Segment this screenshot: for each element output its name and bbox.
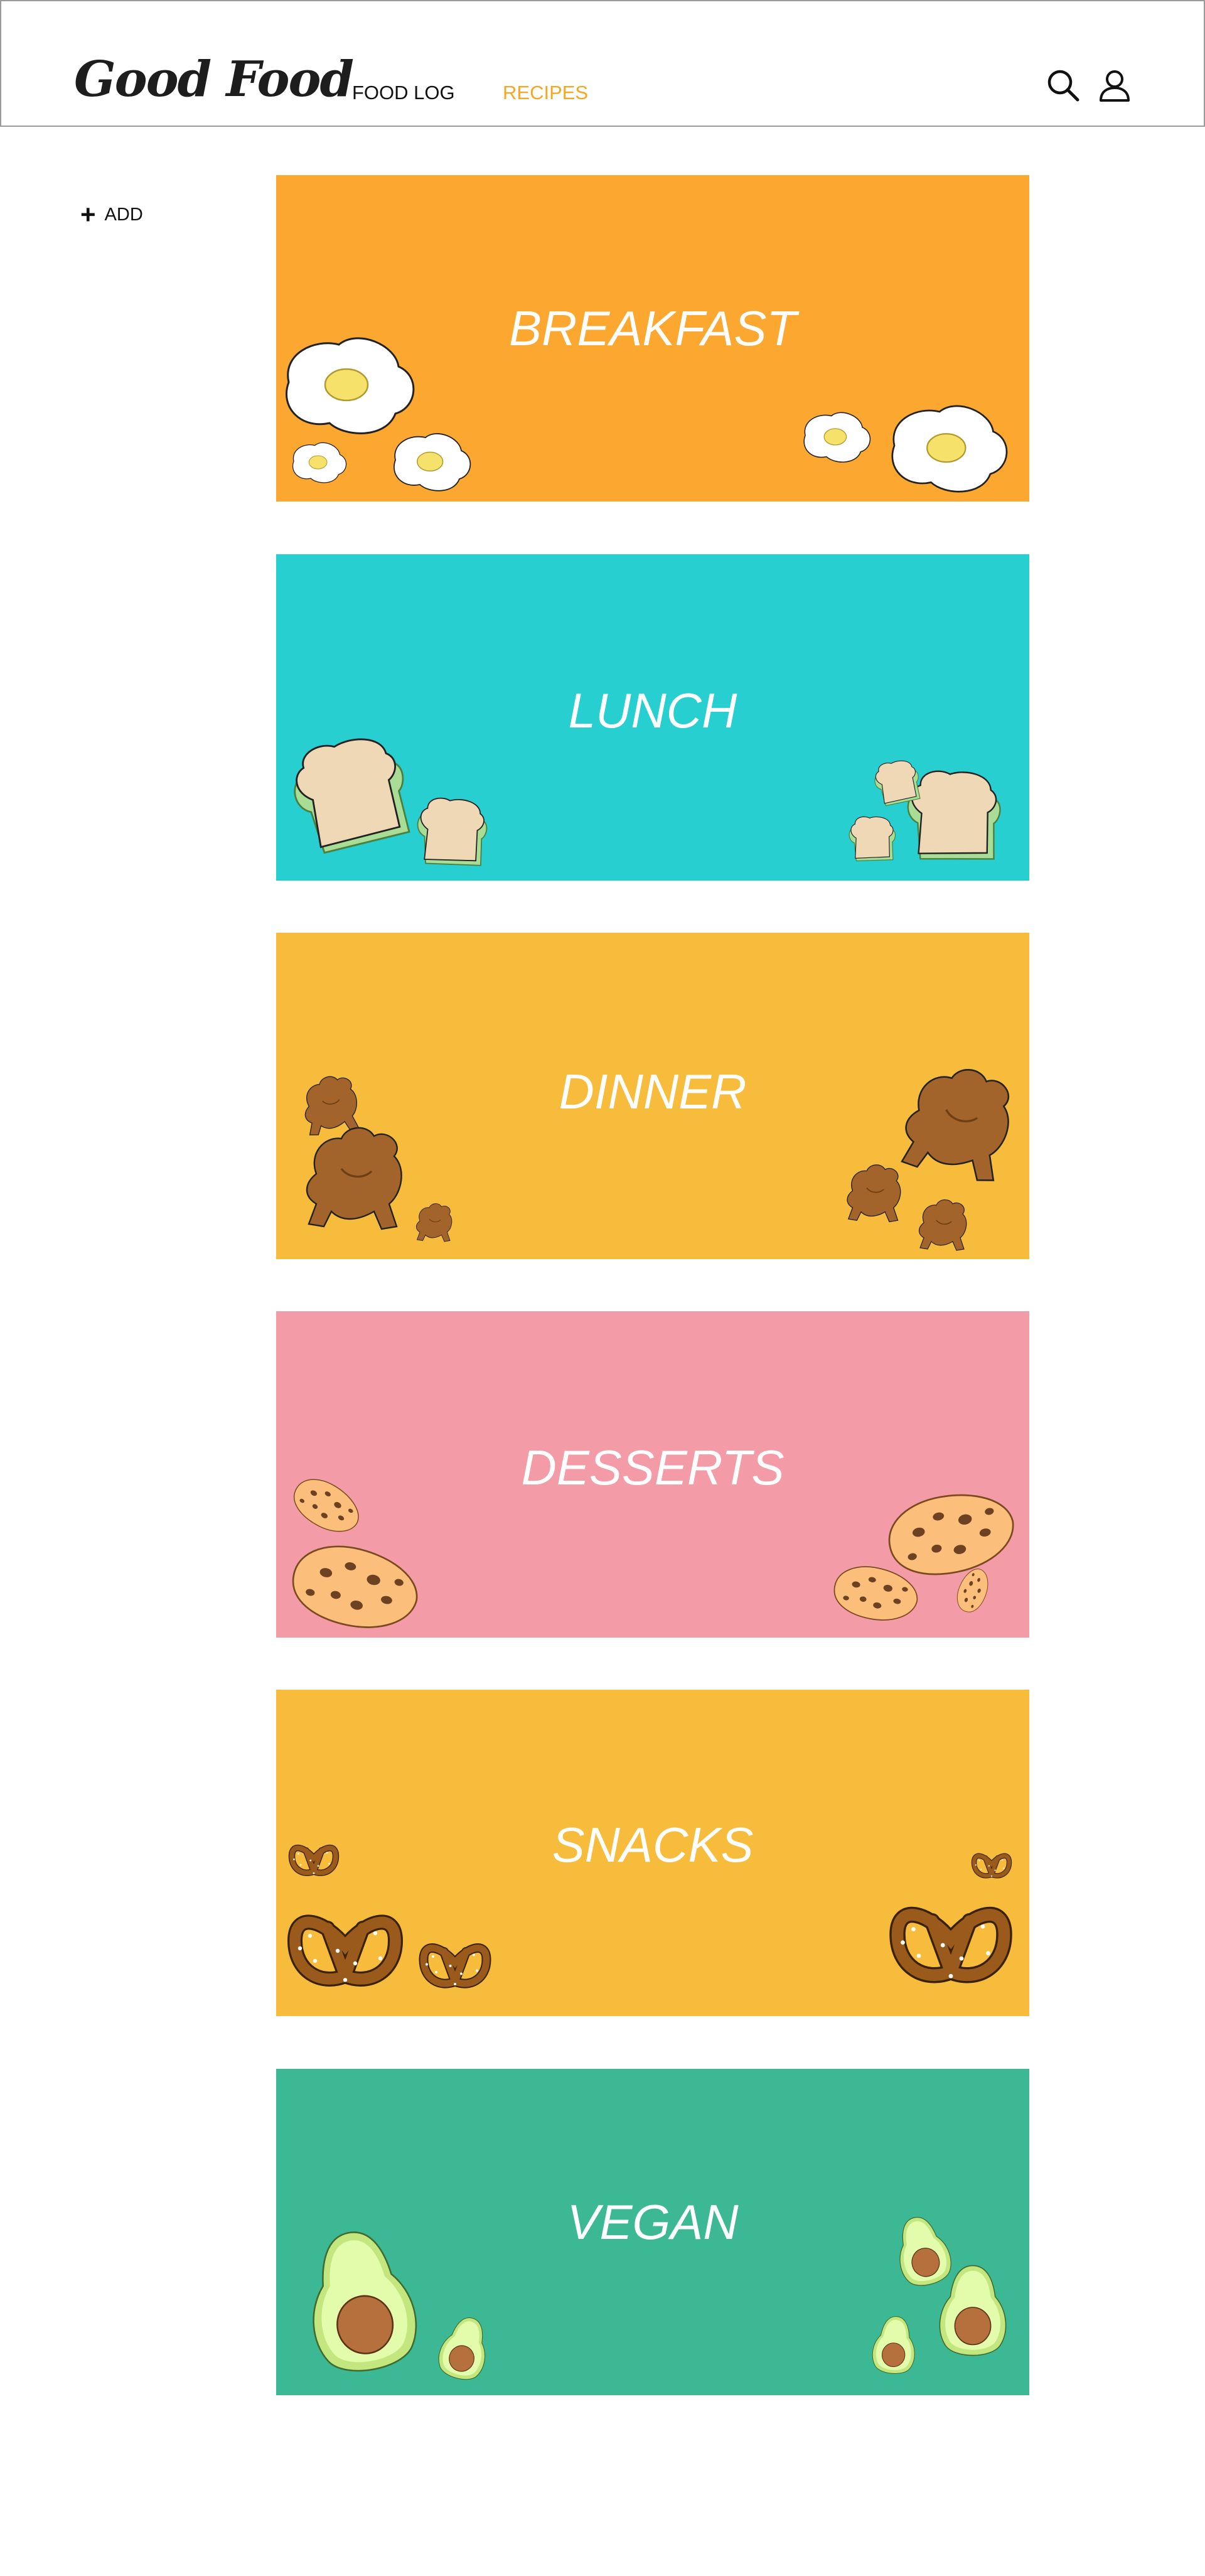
cookie-icon xyxy=(881,1482,1022,1586)
cookie-icon xyxy=(830,1560,923,1627)
category-card-breakfast[interactable]: BREAKFAST xyxy=(276,175,1029,502)
pretzel-icon xyxy=(424,1948,486,1985)
category-card-snacks[interactable]: SNACKS xyxy=(276,1690,1029,2016)
fried-egg-icon xyxy=(891,405,1008,493)
plus-icon: + xyxy=(80,200,96,229)
category-title: SNACKS xyxy=(552,1817,754,1872)
top-header: Good Food FOOD LOG RECIPES xyxy=(0,0,1205,127)
roast-chicken-icon xyxy=(415,1203,453,1242)
avocado-icon xyxy=(870,2314,918,2376)
add-button[interactable]: + ADD xyxy=(80,200,143,229)
nav-food-log[interactable]: FOOD LOG xyxy=(352,83,455,102)
sandwich-icon xyxy=(289,734,412,856)
category-card-vegan[interactable]: VEGAN xyxy=(276,2069,1029,2395)
brand-logo[interactable]: Good Food xyxy=(74,55,354,104)
user-icon[interactable] xyxy=(1097,68,1132,103)
roast-chicken-icon xyxy=(847,1164,901,1223)
roast-chicken-icon xyxy=(306,1127,403,1230)
cookie-icon xyxy=(285,1536,426,1638)
avocado-icon xyxy=(297,2223,424,2380)
category-title: VEGAN xyxy=(567,2194,739,2250)
avocado-icon xyxy=(434,2312,495,2385)
category-title: DINNER xyxy=(559,1064,747,1119)
category-card-lunch[interactable]: LUNCH xyxy=(276,554,1029,881)
category-card-desserts[interactable]: DESSERTS xyxy=(276,1311,1029,1638)
avocado-icon xyxy=(939,2265,1007,2356)
fried-egg-icon xyxy=(393,433,471,491)
fried-egg-icon xyxy=(292,442,347,483)
category-title: DESSERTS xyxy=(521,1440,785,1495)
pretzel-icon xyxy=(897,1915,1004,1978)
sandwich-icon xyxy=(846,813,898,866)
nav-recipes[interactable]: RECIPES xyxy=(503,83,588,102)
category-title: LUNCH xyxy=(568,683,737,738)
category-title: BREAKFAST xyxy=(509,301,796,356)
add-label: ADD xyxy=(104,204,143,225)
sandwich-icon xyxy=(410,792,492,874)
sandwich-icon xyxy=(873,759,921,807)
search-icon[interactable] xyxy=(1046,68,1081,103)
fried-egg-icon xyxy=(803,412,871,463)
roast-chicken-icon xyxy=(918,1199,967,1251)
pretzel-icon xyxy=(295,1922,395,1982)
category-card-dinner[interactable]: DINNER xyxy=(276,933,1029,1259)
